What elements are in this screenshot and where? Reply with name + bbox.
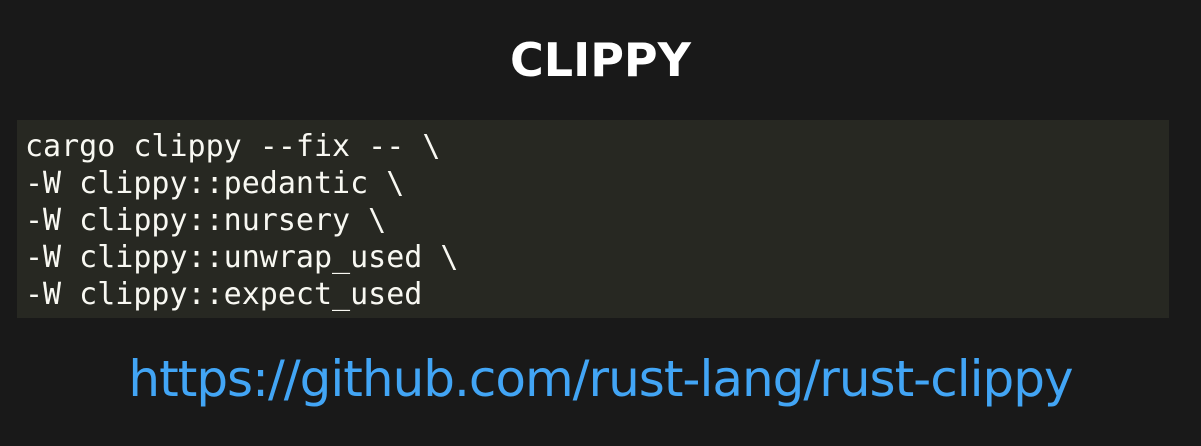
slide: CLIPPY cargo clippy --fix -- \ -W clippy…	[0, 0, 1201, 446]
code-line: -W clippy::pedantic \	[25, 166, 405, 201]
code-block: cargo clippy --fix -- \ -W clippy::pedan…	[17, 120, 1169, 318]
code-line: cargo clippy --fix -- \	[25, 129, 441, 164]
slide-title: CLIPPY	[510, 33, 691, 87]
repo-link[interactable]: https://github.com/rust-lang/rust-clippy	[0, 346, 1201, 412]
code-line: -W clippy::nursery \	[25, 203, 387, 238]
code-line: -W clippy::expect_used	[25, 277, 423, 312]
code-line: -W clippy::unwrap_used \	[25, 240, 459, 275]
